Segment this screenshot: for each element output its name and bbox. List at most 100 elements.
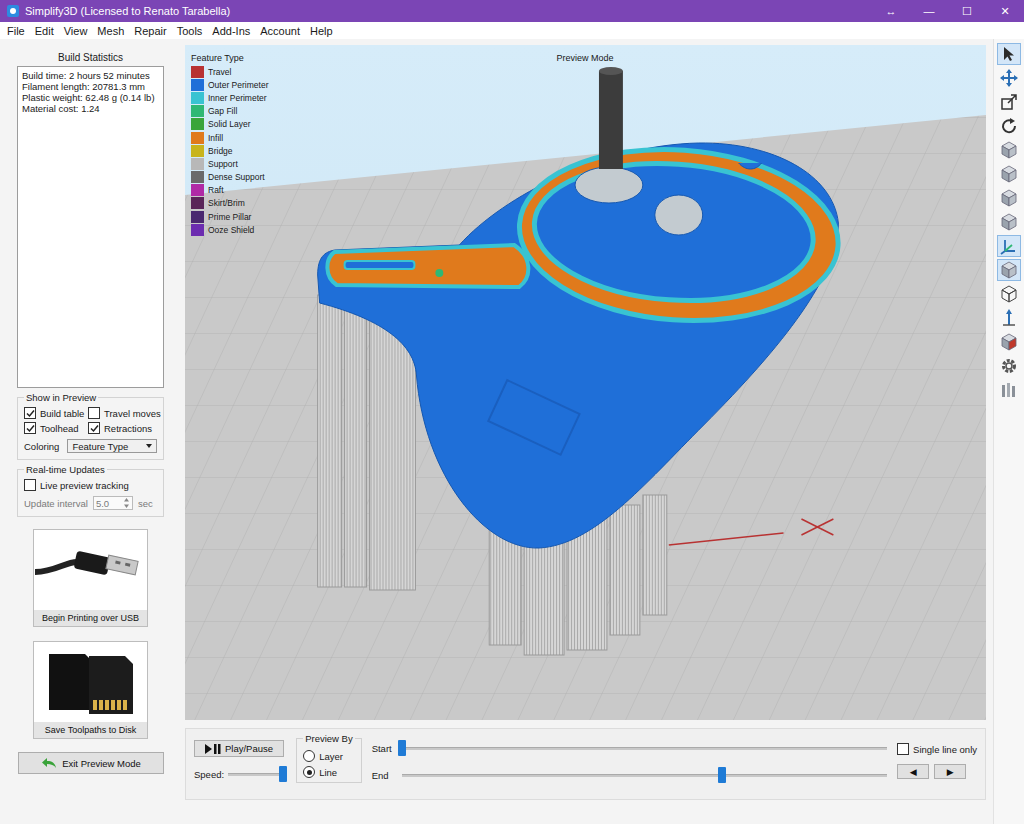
legend-item: Ooze Shield [191,223,268,236]
model-surface-mark [488,380,579,455]
toolbar-button[interactable] [997,211,1021,233]
toolbar-button[interactable] [997,67,1021,89]
legend-label: Raft [208,185,224,195]
toolbar-button[interactable] [997,379,1021,401]
show-in-preview-group: Show in PreviewBuild tableTravel movesTo… [17,392,164,460]
single-line-checkbox[interactable]: Single line only [897,743,977,755]
speed-slider[interactable] [228,766,286,782]
slider-thumb[interactable] [718,767,726,783]
checkbox[interactable] [88,422,100,434]
spin-arrows-icon[interactable] [123,497,130,509]
slider-thumb[interactable] [279,766,287,782]
bars-icon [1000,381,1018,399]
coloring-label: Coloring [24,441,59,452]
menu-item[interactable]: Add-Ins [207,25,255,37]
real-time-updates-group: Real-time UpdatesLive preview trackingUp… [17,464,164,517]
build-statistics-box: Build time: 2 hours 52 minutesFilament l… [17,66,164,388]
window-control-button[interactable]: — [910,0,948,22]
start-slider[interactable] [402,740,887,756]
toolbar-button[interactable] [997,91,1021,113]
legend-label: Ooze Shield [208,225,254,235]
ring-infill [514,139,844,331]
spinbox-value: 5.0 [96,498,109,509]
axis-icon [1000,309,1018,327]
menu-item[interactable]: Repair [129,25,171,37]
radio-button[interactable] [303,750,315,762]
menu-item[interactable]: Help [305,25,338,37]
gear-icon [1000,357,1018,375]
window-control-button[interactable]: ✕ [986,0,1024,22]
toolbar-button[interactable] [997,187,1021,209]
axes-icon [1000,237,1018,255]
window-control-button[interactable]: ↔ [872,0,910,22]
legend-item: Prime Pillar [191,210,268,223]
action-label: Begin Printing over USB [34,610,147,626]
toolbar-button[interactable] [997,43,1021,65]
exit-label: Exit Preview Mode [62,758,141,769]
menu-item[interactable]: Edit [30,25,59,37]
usb-action-button[interactable]: Begin Printing over USB [33,529,148,627]
statistic-line: Material cost: 1.24 [22,103,159,114]
step-button[interactable]: ▶ [934,764,966,779]
preview-option-checkbox[interactable]: Travel moves [88,407,161,419]
toolbar-button[interactable] [997,163,1021,185]
toolbar-button[interactable] [997,259,1021,281]
toolbar-button[interactable] [997,331,1021,353]
toolbar-button[interactable] [997,115,1021,137]
group-title: Build Statistics [17,50,164,66]
checkbox[interactable] [24,479,36,491]
menu-item[interactable]: Tools [172,25,208,37]
legend-swatch [191,197,204,209]
coloring-dropdown[interactable]: Feature Type [67,439,157,453]
live-preview-checkbox[interactable]: Live preview tracking [24,479,157,491]
rotate-icon [1000,117,1018,135]
toolbar-button[interactable] [997,283,1021,305]
playback-controls: Play/PauseSpeed:Preview ByLayerLineStart… [185,728,986,800]
legend-item: Bridge [191,144,268,157]
checkbox[interactable] [24,407,36,419]
update-interval-spinbox[interactable]: 5.0 [93,496,133,510]
preview-by-radio[interactable]: Layer [303,750,355,762]
play-pause-button[interactable]: Play/Pause [194,740,284,757]
toolbar-button[interactable] [997,355,1021,377]
window-control-button[interactable]: ☐ [948,0,986,22]
checkbox[interactable] [88,407,100,419]
cube-icon [1000,213,1018,231]
preview-option-checkbox[interactable]: Toolhead [24,422,88,434]
toolbar-button[interactable] [997,235,1021,257]
menu-item[interactable]: File [2,25,30,37]
step-button[interactable]: ◀ [897,764,929,779]
checkbox[interactable] [24,422,36,434]
legend-swatch [191,211,204,223]
cubered-icon [1000,333,1018,351]
update-interval-label: Update interval [24,498,88,509]
legend-swatch [191,105,204,117]
hole [575,167,643,203]
title-bar: Simplify3D (Licensed to Renato Tarabella… [0,0,1024,22]
legend-item: Support [191,157,268,170]
exit-preview-button[interactable]: Exit Preview Mode [18,752,164,774]
radio-button[interactable] [303,766,315,778]
cube-icon [1000,165,1018,183]
sd-action-button[interactable]: Save Toolpaths to Disk [33,641,148,739]
hole [655,195,703,235]
preview-by-radio[interactable]: Line [303,766,355,778]
menu-item[interactable]: View [59,25,93,37]
range-sliders: StartEnd [372,733,887,783]
toolbar-button[interactable] [997,307,1021,329]
menu-item[interactable]: Mesh [92,25,129,37]
toolbar-button[interactable] [997,139,1021,161]
preview-option-checkbox[interactable]: Build table [24,407,88,419]
slider-thumb[interactable] [398,740,406,756]
preview-option-checkbox[interactable]: Retractions [88,422,161,434]
end-slider[interactable] [402,767,887,783]
checkbox[interactable] [897,743,909,755]
slider-track [402,747,887,750]
print-preview-scene[interactable] [185,45,986,720]
checkbox-label: Single line only [913,744,977,755]
menu-item[interactable]: Account [255,25,305,37]
end-row: End [372,767,887,783]
legend-swatch [191,158,204,170]
usb-cable-icon [35,532,147,608]
3d-viewport[interactable]: Feature TypeTravelOuter PerimeterInner P… [185,45,986,720]
